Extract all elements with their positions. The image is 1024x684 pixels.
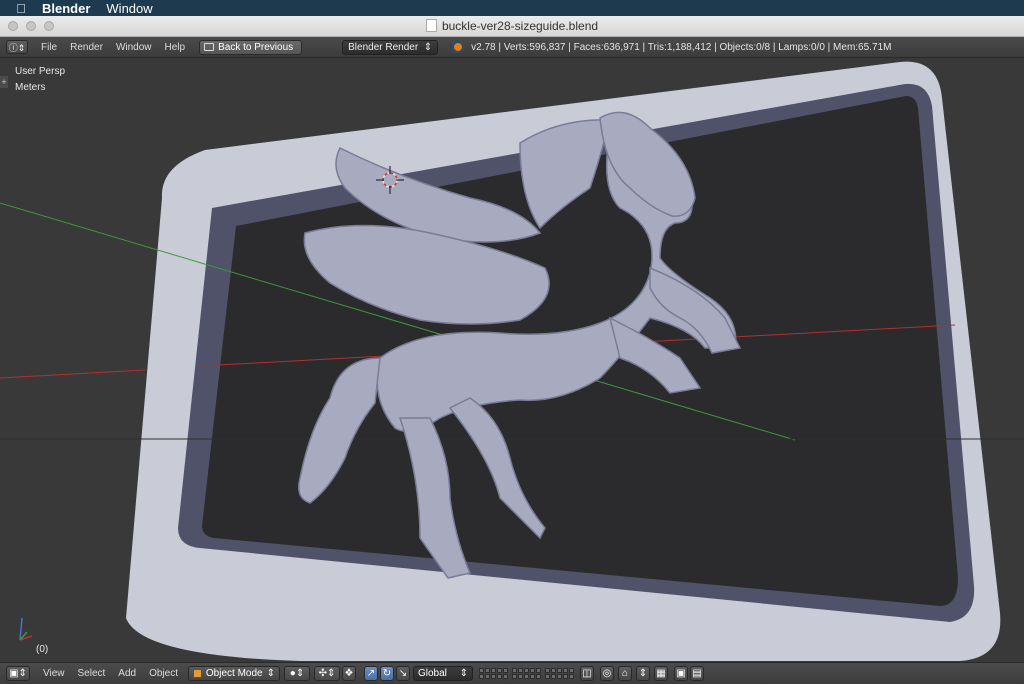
axis-gizmo bbox=[19, 617, 33, 641]
manipulator-rotate-button[interactable]: ↻ bbox=[380, 666, 394, 681]
document-icon bbox=[425, 19, 437, 32]
dropdown-arrows-icon: ⇕ bbox=[459, 668, 468, 679]
manipulator-translate-button[interactable]: ↗ bbox=[364, 666, 378, 681]
transform-orientation-label: Global bbox=[418, 668, 447, 679]
window-titlebar: buckle-ver28-sizeguide.blend bbox=[0, 16, 1024, 37]
tool-shelf-toggle[interactable]: + bbox=[0, 76, 8, 88]
unit-label: Meters bbox=[15, 82, 46, 93]
window-title-text: buckle-ver28-sizeguide.blend bbox=[441, 19, 599, 33]
viewport-scene bbox=[0, 61, 1024, 661]
interaction-mode-label: Object Mode bbox=[205, 668, 263, 679]
render-engine-select[interactable]: Blender Render ⇕ bbox=[342, 39, 439, 55]
snap-toggle-button[interactable]: ▦ bbox=[654, 666, 668, 681]
dropdown-arrows-icon: ⇕ bbox=[266, 668, 275, 679]
render-engine-label: Blender Render bbox=[348, 41, 419, 53]
lock-layers-button[interactable]: ◫ bbox=[580, 666, 594, 681]
snap-element-button[interactable]: ⌂ bbox=[618, 666, 632, 681]
info-header: ⓘ⇕ File Render Window Help Back to Previ… bbox=[0, 37, 1024, 58]
manipulator-toggle[interactable]: ❖ bbox=[342, 666, 356, 681]
mac-menubar:  Blender Window bbox=[0, 0, 1024, 16]
help-menu[interactable]: Help bbox=[165, 42, 186, 53]
scene-layers-grid[interactable] bbox=[479, 668, 574, 679]
apple-icon[interactable]:  bbox=[14, 1, 28, 16]
add-menu[interactable]: Add bbox=[118, 668, 136, 679]
viewport-shading-select[interactable]: ●⇕ bbox=[284, 666, 310, 681]
transform-orientation-select[interactable]: Global ⇕ bbox=[413, 666, 473, 681]
render-opengl-animation-button[interactable]: ▤ bbox=[690, 666, 704, 681]
x-axis-line bbox=[0, 369, 146, 379]
object-cube-icon bbox=[193, 669, 202, 678]
3d-view-header: ▣⇕ View Select Add Object Object Mode ⇕ … bbox=[0, 662, 1024, 684]
3d-viewport[interactable]: + User Persp Meters (0) bbox=[0, 58, 1024, 661]
window-title: buckle-ver28-sizeguide.blend bbox=[0, 19, 1024, 33]
view-menu[interactable]: View bbox=[43, 668, 65, 679]
app-menu[interactable]: Blender bbox=[42, 1, 90, 16]
proportional-edit-button[interactable]: ◎ bbox=[600, 666, 614, 681]
snap-target-select[interactable]: ⇕ bbox=[636, 666, 650, 681]
object-menu[interactable]: Object bbox=[149, 668, 178, 679]
window-menu[interactable]: Window bbox=[106, 1, 152, 16]
view-name: User Persp bbox=[15, 66, 66, 77]
render-opengl-image-button[interactable]: ▣ bbox=[674, 666, 688, 681]
dropdown-arrows-icon: ⇕ bbox=[423, 41, 433, 53]
file-menu[interactable]: File bbox=[41, 42, 57, 53]
editor-type-info-button[interactable]: ⓘ⇕ bbox=[6, 40, 28, 54]
frame-number: (0) bbox=[36, 644, 49, 655]
back-to-previous-button[interactable]: Back to Previous bbox=[199, 39, 303, 55]
back-to-previous-label: Back to Previous bbox=[218, 41, 294, 53]
editor-type-3d-view-button[interactable]: ▣⇕ bbox=[6, 666, 30, 681]
back-icon bbox=[204, 43, 215, 51]
window-menu-blender[interactable]: Window bbox=[116, 42, 152, 53]
blender-logo-icon bbox=[452, 41, 465, 53]
interaction-mode-select[interactable]: Object Mode ⇕ bbox=[188, 666, 280, 681]
pivot-point-select[interactable]: ✣⇕ bbox=[314, 666, 340, 681]
select-menu[interactable]: Select bbox=[78, 668, 106, 679]
manipulator-scale-button[interactable]: ↘ bbox=[396, 666, 410, 681]
render-menu[interactable]: Render bbox=[70, 42, 103, 53]
scene-statistics: v2.78 | Verts:596,837 | Faces:636,971 | … bbox=[471, 41, 892, 53]
